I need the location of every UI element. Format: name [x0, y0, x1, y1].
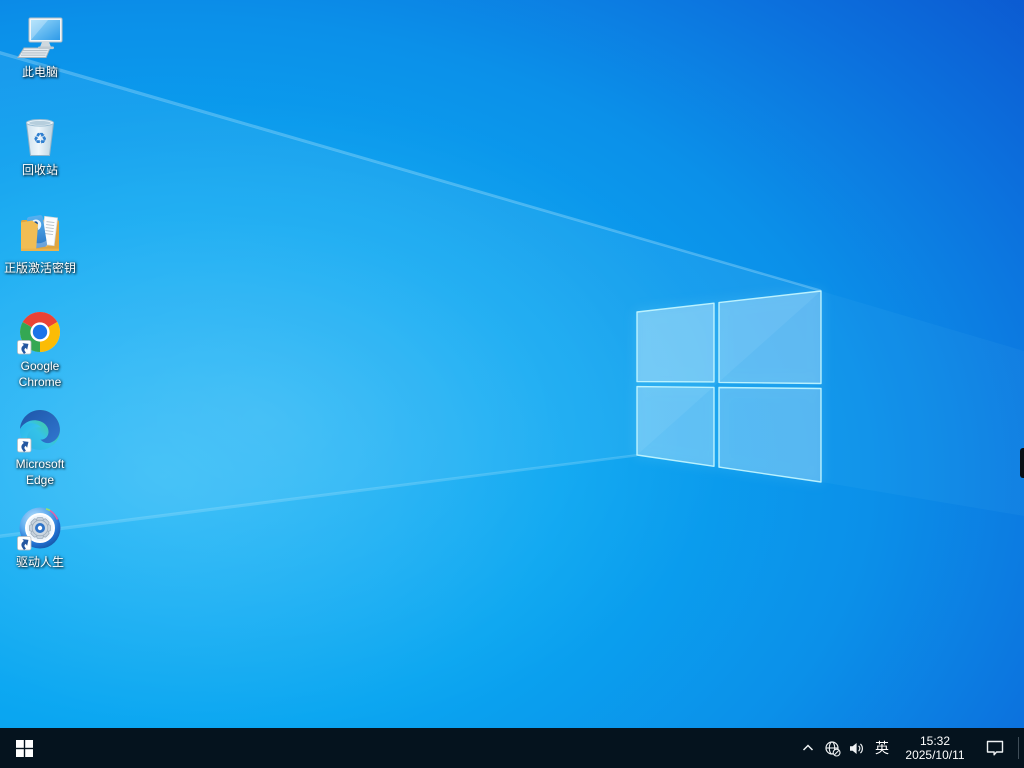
start-button[interactable]	[0, 728, 48, 768]
icon-label: Microsoft Edge	[15, 457, 65, 487]
taskbar: 英 15:32 2025/10/11	[0, 728, 1024, 768]
network-tray-button[interactable]	[820, 728, 844, 768]
clock-date: 2025/10/11	[905, 748, 965, 762]
shortcut-arrow-badge	[17, 536, 32, 551]
chevron-up-icon	[802, 744, 814, 751]
system-tray: 英 15:32 2025/10/11	[796, 728, 1024, 768]
notification-bubble-icon	[986, 740, 1004, 755]
show-desktop-button[interactable]	[1019, 728, 1024, 768]
desktop-icon-driver-life[interactable]: 驱动人生	[1, 498, 79, 596]
chrome-icon	[17, 312, 60, 355]
shortcut-arrow-badge	[17, 438, 32, 453]
desktop-icon-grid: 此电脑 ♻ 回收站 正版激活密钥 Google Chrome Microsoft…	[1, 8, 79, 596]
desktop-icon-activation-key-folder[interactable]: 正版激活密钥	[1, 204, 79, 302]
icon-label: 回收站	[21, 163, 58, 177]
speaker-icon	[849, 742, 863, 754]
recycle-bin-icon: ♻	[25, 119, 55, 156]
taskbar-empty-area[interactable]	[48, 728, 796, 768]
icon-label: 正版激活密钥	[3, 261, 76, 275]
volume-tray-button[interactable]	[844, 728, 868, 768]
desktop-icon-recycle-bin[interactable]: ♻ 回收站	[1, 106, 79, 204]
driver-life-icon	[17, 507, 61, 551]
edge-icon	[17, 410, 60, 453]
shortcut-arrow-badge	[17, 340, 32, 355]
icon-label: 驱动人生	[15, 555, 64, 569]
tray-overflow-button[interactable]	[796, 728, 820, 768]
desktop: 此电脑 ♻ 回收站 正版激活密钥 Google Chrome Microsoft…	[0, 0, 1024, 768]
folder-key-icon	[21, 215, 59, 251]
svg-text:♻: ♻	[33, 129, 47, 148]
desktop-icon-this-pc[interactable]: 此电脑	[1, 8, 79, 106]
language-indicator[interactable]: 英	[868, 728, 896, 768]
globe-no-internet-icon	[824, 740, 841, 757]
windows-logo-icon	[15, 739, 33, 757]
desktop-icon-microsoft-edge[interactable]: Microsoft Edge	[1, 400, 79, 498]
taskbar-clock[interactable]: 15:32 2025/10/11	[896, 728, 974, 768]
action-center-button[interactable]	[974, 728, 1016, 768]
desktop-icon-google-chrome[interactable]: Google Chrome	[1, 302, 79, 400]
icon-label: 此电脑	[21, 65, 58, 79]
clock-time: 15:32	[919, 733, 951, 748]
screen-edge-hidden-panel-handle[interactable]	[1020, 448, 1024, 478]
this-pc-icon	[17, 17, 63, 58]
wallpaper-windows-logo	[636, 290, 822, 483]
icon-label: Google Chrome	[18, 359, 62, 389]
